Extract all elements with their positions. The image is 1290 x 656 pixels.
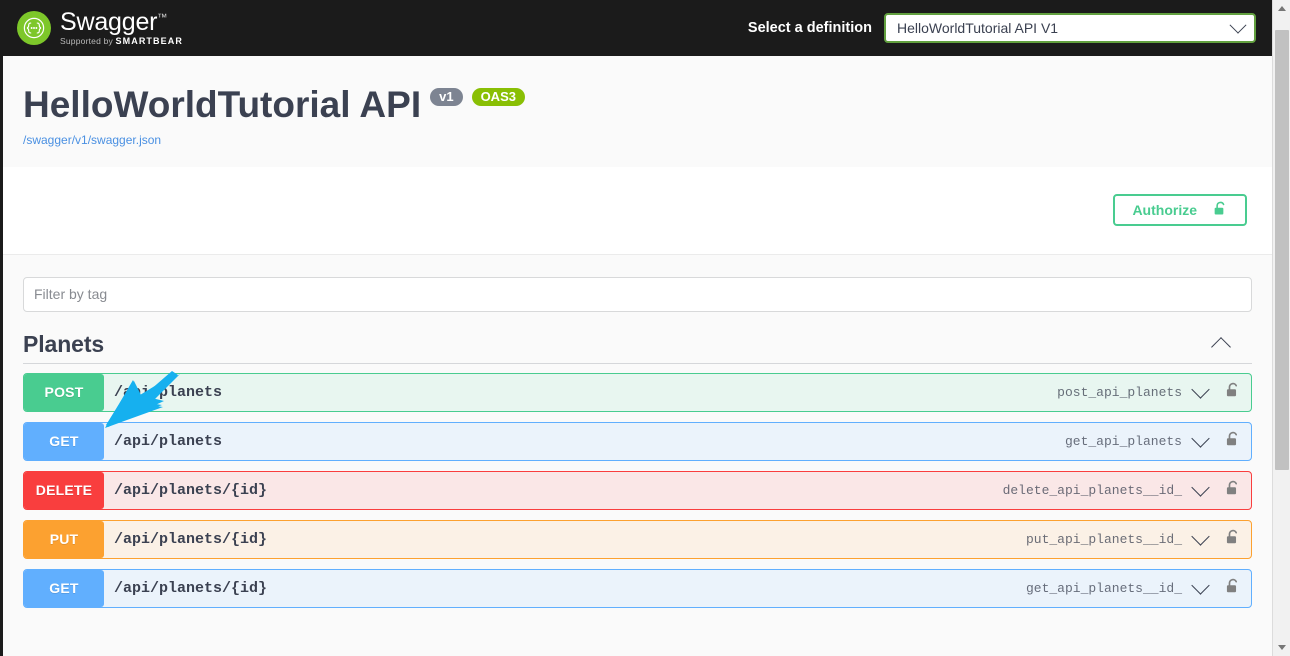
operation-row[interactable]: POST/api/planets post_api_planets [23, 372, 1252, 412]
logo-word-text: Swagger [60, 8, 158, 36]
operation-id: put_api_planets__id_ [1025, 531, 1182, 547]
api-info-block: HelloWorldTutorial API v1 OAS3 /swagger/… [3, 56, 1272, 167]
chevron-down-icon [1229, 16, 1247, 34]
swagger-ui-page: Swagger™ Supported by SMARTBEAR Select a… [3, 0, 1272, 656]
chevron-down-icon[interactable] [1191, 380, 1210, 400]
swagger-logo[interactable]: Swagger™ Supported by SMARTBEAR [17, 10, 183, 46]
authorize-button[interactable]: Authorize [1113, 194, 1247, 227]
scroll-up-arrow-icon [1277, 6, 1286, 11]
swagger-wordmark: Swagger™ Supported by SMARTBEAR [60, 10, 183, 46]
definition-select[interactable]: HelloWorldTutorial API V1 [884, 13, 1256, 43]
operation-method-badge: POST [24, 373, 104, 411]
browser-viewport: Swagger™ Supported by SMARTBEAR Select a… [0, 0, 1290, 656]
logo-brand-smartbear: SMARTBEAR [115, 36, 183, 46]
tag-header-planets[interactable]: Planets [23, 330, 1252, 364]
operation-row[interactable]: PUT/api/planets/{id} put_api_planets__id_ [23, 519, 1252, 559]
authorize-button-label: Authorize [1132, 202, 1197, 219]
operation-id: get_api_planets__id_ [1025, 580, 1182, 596]
chevron-down-icon[interactable] [1191, 576, 1210, 596]
chevron-down-icon[interactable] [1191, 478, 1210, 498]
logo-supported-prefix: Supported by [60, 36, 113, 46]
operation-id: delete_api_planets__id_ [1002, 482, 1182, 498]
authorize-band: Authorize [3, 166, 1272, 255]
select-definition-label: Select a definition [747, 20, 872, 36]
operation-method-badge: GET [24, 422, 104, 460]
tag-name-label: Planets [23, 330, 105, 357]
scroll-down-arrow-icon [1277, 645, 1286, 650]
window-left-edge [0, 0, 3, 656]
operation-path: /api/planets/{id} [114, 481, 268, 499]
tag-section-planets: Planets POST/api/planets post_api_planets… [23, 330, 1252, 608]
operation-path: /api/planets/{id} [114, 579, 268, 597]
operations-scroll-area: Planets POST/api/planets post_api_planets… [3, 254, 1272, 608]
unlocked-padlock-icon[interactable] [1225, 479, 1241, 502]
operation-id: get_api_planets [1064, 433, 1182, 449]
swagger-json-link[interactable]: /swagger/v1/swagger.json [23, 133, 1272, 147]
operation-method-badge: DELETE [24, 471, 104, 509]
oas-version-badge: OAS3 [471, 88, 525, 107]
operation-path: /api/planets [114, 383, 223, 401]
unlocked-padlock-icon[interactable] [1225, 430, 1241, 453]
operation-row[interactable]: DELETE/api/planets/{id} delete_api_planet… [23, 470, 1252, 510]
operation-path: /api/planets/{id} [114, 530, 268, 548]
logo-trademark: ™ [157, 12, 168, 24]
operation-id: post_api_planets [1057, 384, 1182, 400]
operation-row[interactable]: GET/api/planets/{id} get_api_planets__id_ [23, 568, 1252, 608]
page-title: HelloWorldTutorial API v1 OAS3 [23, 84, 1272, 125]
vertical-scrollbar[interactable] [1272, 0, 1290, 656]
unlocked-padlock-icon [1213, 200, 1228, 220]
filter-by-tag-input[interactable] [23, 276, 1252, 312]
unlocked-padlock-icon[interactable] [1225, 528, 1241, 551]
operation-path: /api/planets [114, 432, 223, 450]
chevron-up-icon[interactable] [1211, 336, 1231, 357]
unlocked-padlock-icon[interactable] [1225, 381, 1241, 404]
unlocked-padlock-icon[interactable] [1225, 577, 1241, 600]
definition-select-value: HelloWorldTutorial API V1 [897, 20, 1059, 36]
operation-list: POST/api/planets post_api_planets GET/api/… [23, 372, 1252, 608]
chevron-down-icon[interactable] [1191, 527, 1210, 547]
api-version-badge: v1 [430, 88, 463, 107]
api-title-text: HelloWorldTutorial API [23, 84, 422, 125]
scrollbar-down-button[interactable] [1273, 639, 1290, 656]
operation-method-badge: GET [24, 569, 104, 607]
scrollbar-up-button[interactable] [1273, 0, 1290, 17]
scrollbar-thumb[interactable] [1275, 30, 1289, 470]
swagger-brace-icon [17, 11, 51, 45]
operation-method-badge: PUT [24, 520, 104, 558]
chevron-down-icon[interactable] [1191, 429, 1210, 449]
swagger-topbar: Swagger™ Supported by SMARTBEAR Select a… [3, 0, 1272, 56]
operation-row[interactable]: GET/api/planets get_api_planets [23, 421, 1252, 461]
